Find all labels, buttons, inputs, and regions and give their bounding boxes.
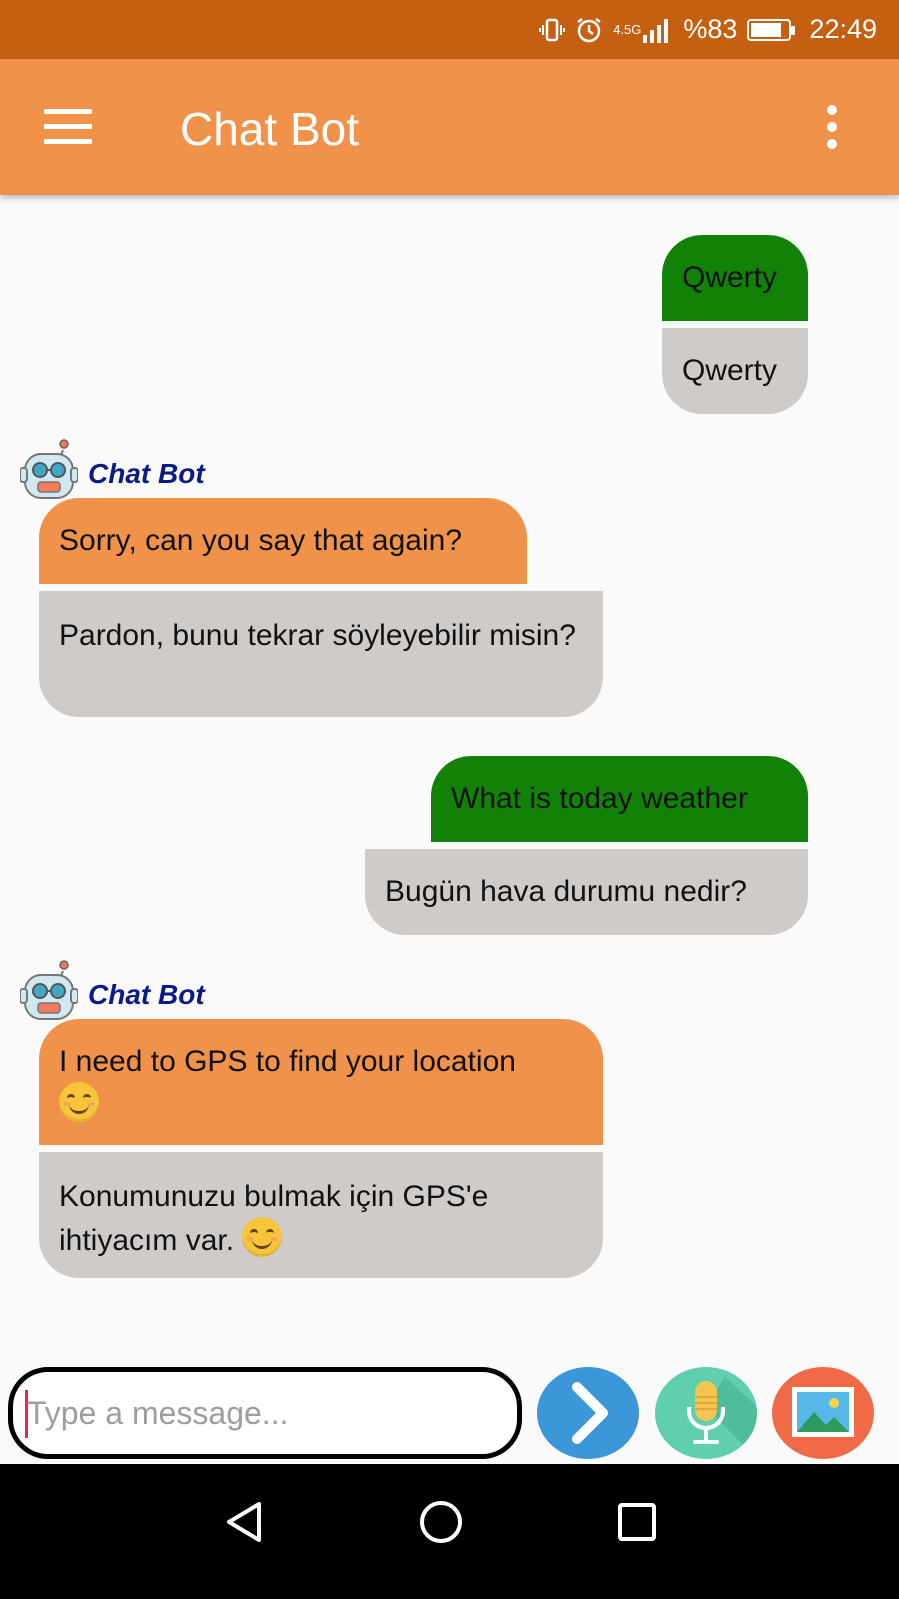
alarm-icon [575, 16, 603, 44]
bot-name: Chat Bot [88, 979, 205, 1010]
send-button[interactable] [537, 1367, 639, 1459]
send-icon [572, 1382, 608, 1444]
vibrate-icon [539, 17, 566, 43]
bot-message: Sorry, can you say that again? Pardon, b… [39, 498, 603, 717]
robot-avatar-icon [20, 960, 78, 1020]
back-icon[interactable] [215, 1492, 275, 1552]
battery-icon [747, 18, 796, 41]
smile-emoji-icon [59, 1082, 99, 1122]
message-text: I need to GPS to find your location [59, 1045, 516, 1078]
robot-avatar-icon [20, 439, 78, 499]
message-input-box[interactable] [8, 1367, 522, 1459]
image-icon [792, 1387, 854, 1437]
message-text: Qwerty [662, 235, 808, 321]
message-translation: Bugün hava durumu nedir? [365, 849, 808, 935]
navigation-bar [0, 1464, 899, 1599]
recents-icon[interactable] [607, 1492, 667, 1552]
bot-name: Chat Bot [88, 458, 205, 489]
message-text-block: I need to GPS to find your location [39, 1019, 603, 1145]
message-text: Sorry, can you say that again? [39, 498, 527, 584]
message-text: What is today weather [431, 756, 808, 842]
image-button[interactable] [772, 1367, 874, 1459]
app-bar: Chat Bot [0, 59, 899, 195]
clock: 22:49 [809, 14, 877, 44]
message-translation: Pardon, bunu tekrar söyleyebilir misin? [39, 591, 603, 717]
user-message: What is today weather Bugün hava durumu … [365, 756, 808, 935]
bot-message: I need to GPS to find your location Konu… [39, 1019, 603, 1278]
mic-button[interactable] [655, 1367, 757, 1459]
smile-emoji-icon [242, 1217, 283, 1257]
app-title: Chat Bot [180, 103, 359, 155]
menu-icon[interactable] [44, 109, 94, 145]
battery-percent: %83 [683, 14, 738, 44]
status-bar: 4.5G %83 22:49 [0, 0, 899, 59]
message-translation: Qwerty [662, 328, 808, 414]
message-input[interactable] [27, 1388, 497, 1438]
home-icon[interactable] [411, 1492, 471, 1552]
more-vert-icon[interactable] [823, 105, 843, 149]
message-translation-block: Konumunuzu bulmak için GPS'e ihtiyacım v… [39, 1152, 603, 1278]
network-type: 4.5G [613, 22, 642, 37]
signal-icon: 4.5G [613, 17, 673, 43]
user-message: Qwerty Qwerty [662, 235, 808, 414]
microphone-icon [687, 1377, 757, 1459]
